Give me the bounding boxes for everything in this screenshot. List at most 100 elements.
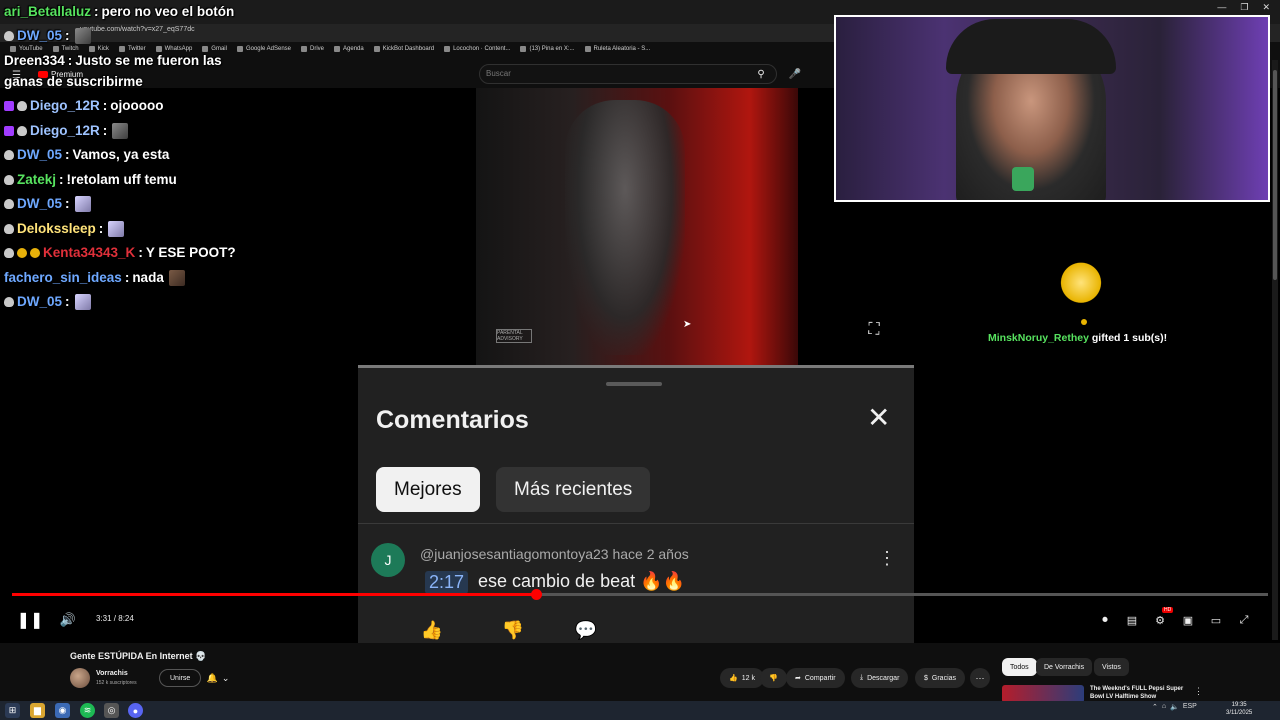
bookmark-item[interactable]: Agenda [334, 43, 364, 55]
comment-author-handle[interactable]: @juanjosesantiagomontoya23 [420, 546, 609, 562]
bookmark-label: KickBot Dashboard [382, 46, 435, 52]
chat-message: Kenta34343_K: Y ESE POOT? [4, 244, 236, 261]
maximize-icon[interactable]: ❐ [1240, 2, 1248, 14]
window-controls: — ❐ ✕ [1207, 0, 1280, 16]
channel-name[interactable]: Vorrachis [96, 670, 128, 677]
parental-advisory-label: PARENTAL ADVISORY [496, 329, 532, 343]
comment-age: hace 2 años [612, 546, 689, 562]
address-url[interactable]: youtube.com/watch?v=x27_eqS77dc [80, 26, 195, 33]
autoplay-toggle-icon[interactable]: ⏺ [1095, 611, 1115, 629]
bookmark-item[interactable]: (13) Pina en X:... [520, 43, 575, 55]
chat-username: Dreen334 [4, 53, 65, 68]
more-vert-icon[interactable]: ⋮ [1194, 686, 1203, 697]
chat-username: Delokssleep [17, 221, 96, 236]
bookmark-item[interactable]: Drive [301, 43, 324, 55]
like-count: 12 k [741, 674, 755, 682]
more-vert-icon[interactable]: ⋮ [878, 548, 896, 569]
comment-text: ese cambio de beat 🔥🔥 [478, 571, 685, 591]
related-tab-watched[interactable]: Vistos [1094, 658, 1129, 676]
chat-badge-hex-icon [4, 100, 14, 111]
windows-taskbar [0, 701, 1280, 720]
more-actions-icon[interactable]: ⋯ [970, 668, 990, 688]
alert-username: MinskNoruy_Rethey [988, 332, 1089, 344]
chat-text: Y ESE POOT? [145, 245, 236, 260]
comment-timestamp-link[interactable]: 2:17 [425, 571, 469, 594]
speaker-icon[interactable]: 🔈 [1170, 703, 1179, 711]
bookmark-favicon-icon [301, 46, 308, 52]
bookmark-item[interactable]: Google AdSense [236, 43, 291, 55]
reply-icon[interactable]: 💬 [574, 618, 598, 642]
chat-badge-hex-icon [4, 125, 14, 136]
system-tray[interactable]: ⌃ ⌂ 🔈 ESP [1152, 703, 1197, 711]
share-button[interactable]: ➦ Compartir [786, 668, 845, 688]
bookmark-item[interactable]: KickBot Dashboard [373, 43, 435, 55]
obs-icon[interactable]: ◎ [104, 703, 119, 718]
related-video-title[interactable]: The Weeknd's FULL Pepsi Super Bowl LV Ha… [1090, 686, 1198, 701]
chat-badge-shield-icon [4, 296, 14, 307]
drag-handle[interactable] [606, 382, 662, 386]
language-indicator[interactable]: ESP [1183, 703, 1197, 711]
notifications-button[interactable]: 🔔 ⌄ [200, 669, 236, 687]
fullscreen-icon[interactable]: ⤢ [1234, 611, 1254, 629]
download-button[interactable]: ⤓ Descargar [851, 668, 909, 688]
progress-scrubber[interactable] [531, 589, 542, 600]
clock-date: 3/11/2025 [1226, 709, 1253, 716]
minimize-icon[interactable]: — [1217, 2, 1226, 14]
chip-newest-comments[interactable]: Más recientes [496, 467, 651, 512]
file-explorer-icon[interactable]: ▆ [30, 703, 45, 718]
bookmark-label: Agenda [343, 46, 364, 52]
like-button[interactable]: 👍 12 k [720, 668, 764, 688]
like-icon: 👍 [729, 675, 738, 682]
related-tab-all[interactable]: Todos [1002, 658, 1037, 676]
chat-username: DW_05 [17, 196, 63, 211]
miniplayer-icon[interactable]: ▣ [1178, 611, 1198, 629]
close-icon[interactable]: ✕ [1262, 2, 1270, 14]
fullscreen-overlay-icon[interactable]: ⛶ [864, 320, 884, 340]
thanks-button[interactable]: $ Gracias [915, 668, 966, 688]
chat-badge-shield-icon [4, 30, 14, 41]
search-icon[interactable]: ⚲ [746, 64, 776, 84]
chrome-icon[interactable]: ◉ [55, 703, 70, 718]
chat-badge-shield-icon [17, 125, 27, 136]
search-input[interactable] [479, 64, 777, 84]
channel-avatar[interactable] [70, 668, 90, 688]
chat-emote-icon [74, 27, 91, 44]
comment-avatar[interactable]: J [371, 543, 405, 577]
chat-message: DW_05: [4, 195, 91, 212]
network-icon[interactable]: ⌂ [1162, 703, 1166, 711]
join-button[interactable]: Unirse [159, 669, 202, 687]
chat-message: Delokssleep: [4, 220, 125, 237]
tray-chevron-icon[interactable]: ⌃ [1152, 703, 1158, 711]
taskbar-clock[interactable]: 19:35 3/11/2025 [1226, 702, 1252, 717]
spotify-icon[interactable]: ≋ [80, 703, 95, 718]
close-icon[interactable]: ✕ [867, 404, 890, 432]
chat-emote-icon [74, 293, 91, 310]
like-icon[interactable]: 👍 [420, 618, 444, 642]
subtitles-icon[interactable]: ▤ [1122, 611, 1142, 629]
discord-icon[interactable]: ● [128, 703, 143, 718]
bookmark-item[interactable]: Ruleta Aleatoria - S... [584, 43, 650, 55]
chat-badge-gold-icon [30, 247, 40, 258]
volume-icon[interactable]: 🔊 [58, 611, 78, 629]
settings-icon[interactable]: ⚙ [1150, 611, 1170, 629]
pause-icon[interactable]: ❚❚ [17, 611, 44, 629]
chip-top-comments[interactable]: Mejores [376, 467, 480, 512]
theater-mode-icon[interactable]: ▭ [1206, 611, 1226, 629]
clock-time: 19:35 [1231, 702, 1247, 708]
scrollbar-thumb[interactable] [1273, 70, 1277, 280]
bookmark-item[interactable]: Locochon · Content... [444, 43, 510, 55]
download-label: Descargar [867, 674, 900, 682]
chat-username: fachero_sin_ideas [4, 270, 122, 285]
bookmark-favicon-icon [444, 46, 451, 52]
bookmark-favicon-icon [373, 46, 380, 52]
alert-message: gifted 1 sub(s)! [1091, 332, 1168, 344]
chat-username: Zatekj [17, 172, 57, 187]
microphone-icon[interactable]: 🎤 [785, 64, 805, 84]
start-icon[interactable]: ⊞ [5, 703, 20, 718]
share-icon: ➦ [795, 675, 801, 682]
dislike-icon[interactable]: 👎 [501, 618, 525, 642]
comment-author[interactable]: @juanjosesantiagomontoya23 hace 2 años [420, 546, 689, 562]
bookmark-favicon-icon [584, 46, 591, 52]
related-tab-channel[interactable]: De Vorrachis [1036, 658, 1093, 676]
dislike-button[interactable]: 👎 [760, 668, 787, 688]
